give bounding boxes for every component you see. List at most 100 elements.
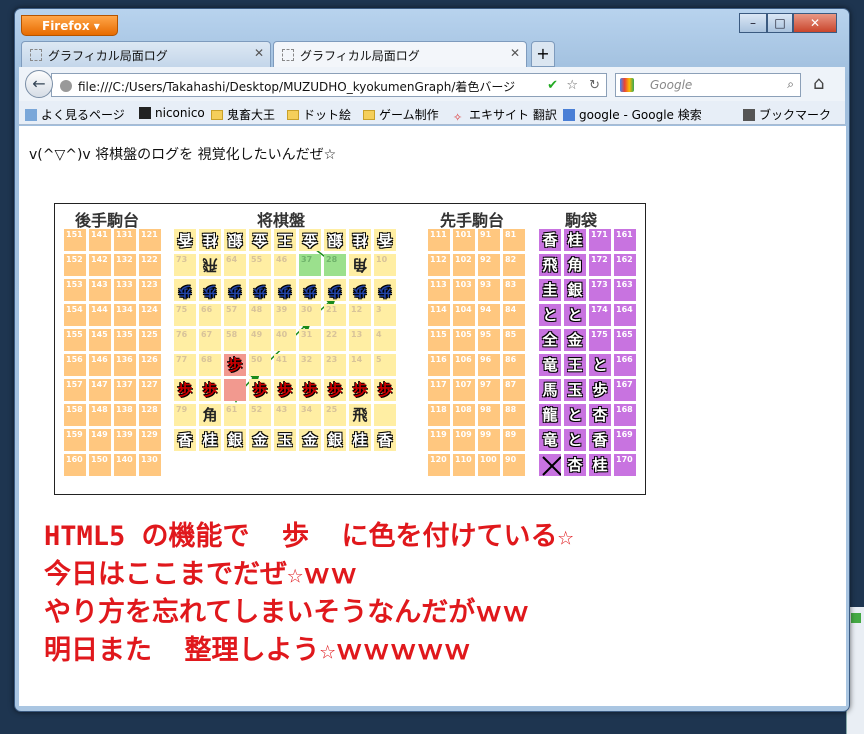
board-square: 銀 xyxy=(324,229,346,251)
square-number: 58 xyxy=(226,330,238,339)
cross-icon xyxy=(542,456,561,476)
close-tab-icon[interactable]: ✕ xyxy=(510,46,520,60)
square-number: 34 xyxy=(301,405,313,414)
bookmark-most-visited[interactable]: よく見るページ xyxy=(25,106,125,123)
shogi-piece: 竜 xyxy=(542,431,558,449)
shogi-piece: 香 xyxy=(177,431,193,449)
square-number: 28 xyxy=(326,255,338,264)
square-number: 32 xyxy=(301,355,313,364)
gote-komadai-cell: 124 xyxy=(139,304,161,326)
gote-komadai-cell: 138 xyxy=(114,404,136,426)
board-square: 73 xyxy=(174,254,196,276)
new-tab-button[interactable]: + xyxy=(531,41,555,67)
komabukuro-cell: と xyxy=(564,304,586,326)
sente-komadai-cell: 101 xyxy=(453,229,475,251)
sente-komadai-cell: 113 xyxy=(428,279,450,301)
sente-komadai-cell: 112 xyxy=(428,254,450,276)
komabukuro-cell: 杏 xyxy=(589,404,611,426)
komabukuro-cell: 桂 xyxy=(564,229,586,251)
sente-komadai-cell: 104 xyxy=(453,304,475,326)
board-square: 金 xyxy=(249,229,271,251)
tab-1[interactable]: グラフィカル局面ログ ✕ xyxy=(21,41,271,67)
back-button[interactable]: ← xyxy=(25,70,53,98)
board-square: 歩 xyxy=(249,279,271,301)
bookmark-google[interactable]: google - Google 検索 xyxy=(563,106,702,123)
square-number: 67 xyxy=(201,330,213,339)
komabukuro-cell: 銀 xyxy=(564,279,586,301)
sente-komadai-cell: 85 xyxy=(503,329,525,351)
bookmark-excite[interactable]: ✧ エキサイト 翻訳 xyxy=(453,106,557,124)
komabukuro-cell: 163 xyxy=(614,279,636,301)
bookmark-folder[interactable]: ゲーム制作 xyxy=(363,106,439,123)
board-square: 23 xyxy=(324,354,346,376)
shogi-piece: 桂 xyxy=(202,231,218,249)
board-square: 25 xyxy=(324,404,346,426)
shogi-piece: 玉 xyxy=(277,431,293,449)
gote-komadai-cell: 160 xyxy=(64,454,86,476)
close-button[interactable]: ✕ xyxy=(793,13,837,33)
shogi-piece: 玉 xyxy=(567,381,583,399)
star-icon[interactable]: ☆ xyxy=(566,78,578,93)
bookmark-folder[interactable]: ドット絵 xyxy=(287,106,351,123)
gote-komadai-cell: 148 xyxy=(89,404,111,426)
square-number: 52 xyxy=(251,405,263,414)
search-icon[interactable]: ⌕ xyxy=(787,77,794,92)
sente-komadai-cell: 97 xyxy=(478,379,500,401)
message-line: HTML5 の機能で 歩 に色を付けている☆ xyxy=(44,521,574,552)
url-bar[interactable]: file:///C:/Users/Takahashi/Desktop/MUZUD… xyxy=(51,73,607,97)
shogi-piece: 歩 xyxy=(227,356,243,374)
shogi-piece: 銀 xyxy=(327,431,343,449)
message-line: 明日また 整理しよう☆ｗｗｗｗｗ xyxy=(44,635,471,666)
close-tab-icon[interactable]: ✕ xyxy=(254,46,264,60)
bookmark-niconico[interactable]: niconico xyxy=(139,106,205,120)
shogi-piece: 歩 xyxy=(353,283,367,298)
minimize-button[interactable]: – xyxy=(739,13,767,33)
shogi-piece: 圭 xyxy=(542,281,558,299)
bookmarks-menu[interactable]: ブックマーク xyxy=(743,106,831,123)
gote-komadai-cell: 125 xyxy=(139,329,161,351)
sente-komadai-cell: 91 xyxy=(478,229,500,251)
sente-komadai-cell: 103 xyxy=(453,279,475,301)
sente-komadai-cell: 86 xyxy=(503,354,525,376)
shogi-piece: 歩 xyxy=(252,381,268,399)
page-icon xyxy=(282,49,294,61)
square-number: 31 xyxy=(301,330,313,339)
square-number: 49 xyxy=(251,330,263,339)
home-icon[interactable]: ⌂ xyxy=(813,73,824,94)
shogi-piece: 銀 xyxy=(567,281,583,299)
square-number: 50 xyxy=(251,355,263,364)
board-square: 歩 xyxy=(199,379,221,401)
sente-komadai-cell: 89 xyxy=(503,429,525,451)
komabukuro-cell: 角 xyxy=(564,254,586,276)
search-input[interactable]: Google ⌕ xyxy=(615,73,801,97)
board-square: 10 xyxy=(374,254,396,276)
reload-icon[interactable]: ↻ xyxy=(589,78,600,93)
gote-komadai-cell: 154 xyxy=(64,304,86,326)
board-square: 39 xyxy=(274,304,296,326)
komabukuro-cell: 竜 xyxy=(539,354,561,376)
square-number: 3 xyxy=(376,305,382,314)
komabukuro-cell: 168 xyxy=(614,404,636,426)
shogi-piece: 歩 xyxy=(278,283,292,298)
gote-komadai-cell: 150 xyxy=(89,454,111,476)
shogi-piece: 歩 xyxy=(178,283,192,298)
shogi-piece: 歩 xyxy=(377,381,393,399)
board-square: 5 xyxy=(374,354,396,376)
bookmark-folder[interactable]: 鬼畜大王 xyxy=(211,106,275,123)
browser-window: Firefox ▾ – □ ✕ グラフィカル局面ログ ✕ グラフィカル局面ログ … xyxy=(14,8,850,712)
shogi-piece: 歩 xyxy=(327,381,343,399)
firefox-menu-button[interactable]: Firefox ▾ xyxy=(21,15,118,36)
gote-komadai-cell: 141 xyxy=(89,229,111,251)
board-square: 77 xyxy=(174,354,196,376)
maximize-button[interactable]: □ xyxy=(767,13,793,33)
board-square: 歩 xyxy=(199,279,221,301)
shogi-piece: と xyxy=(567,406,583,424)
bookmark-icon xyxy=(25,109,37,121)
square-number: 48 xyxy=(251,305,263,314)
shogi-piece: 馬 xyxy=(542,381,558,399)
komabukuro-cell: 金 xyxy=(564,329,586,351)
tab-2[interactable]: グラフィカル局面ログ ✕ xyxy=(273,41,527,67)
komabukuro-cell: 175 xyxy=(589,329,611,351)
square-number: 39 xyxy=(276,305,288,314)
board-square: 香 xyxy=(174,229,196,251)
